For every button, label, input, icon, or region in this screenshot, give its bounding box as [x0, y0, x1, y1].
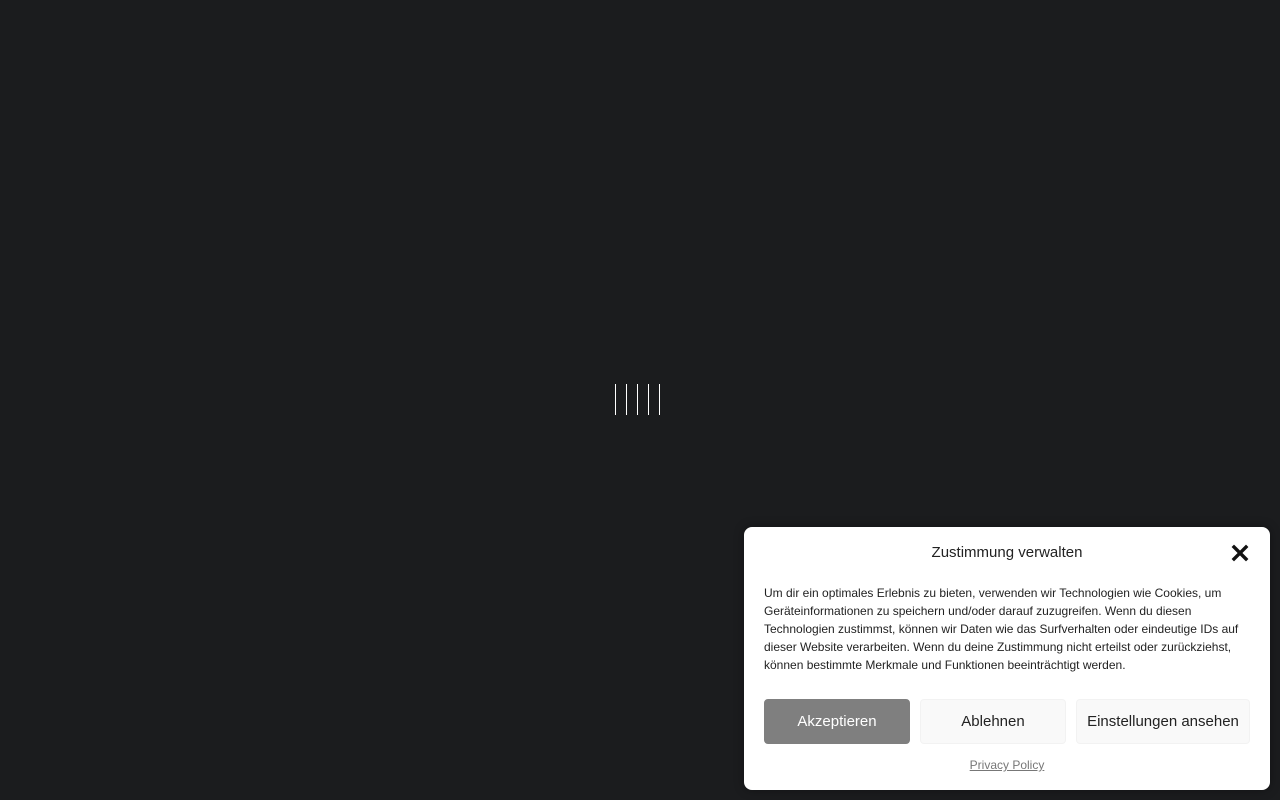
loading-spinner [614, 384, 662, 415]
consent-message: Um dir ein optimales Erlebnis zu bieten,… [764, 586, 1239, 672]
close-button[interactable] [1230, 543, 1250, 563]
loader-bar [659, 384, 660, 415]
loader-bar [626, 384, 627, 415]
cookie-consent-dialog: Zustimmung verwalten Um dir ein optimale… [744, 527, 1270, 790]
loader-bar [615, 384, 616, 415]
privacy-policy-link[interactable]: Privacy Policy [970, 758, 1045, 772]
close-icon [1231, 544, 1249, 562]
loader-bar [648, 384, 649, 415]
privacy-policy-row: Privacy Policy [744, 758, 1270, 772]
view-preferences-button[interactable]: Einstellungen ansehen [1076, 699, 1250, 744]
dialog-title: Zustimmung verwalten [931, 544, 1083, 561]
deny-button[interactable]: Ablehnen [920, 699, 1066, 744]
accept-button[interactable]: Akzeptieren [764, 699, 910, 744]
loader-bar [637, 384, 638, 415]
